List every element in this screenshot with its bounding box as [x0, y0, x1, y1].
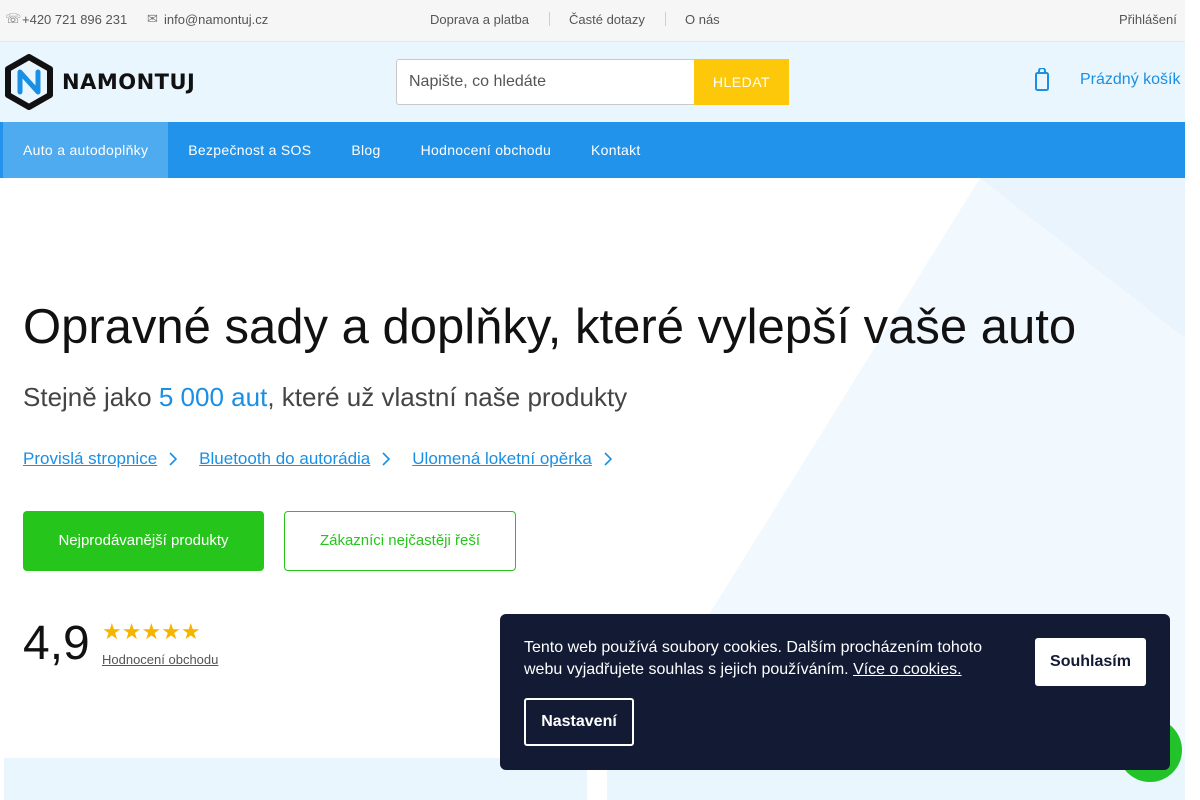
rating-link[interactable]: Hodnocení obchodu — [102, 652, 218, 667]
main-navigation: Auto a autodoplňky Bezpečnost a SOS Blog… — [0, 122, 1185, 178]
phone-icon: ☏ — [5, 12, 22, 27]
top-bar: ☏ +420 721 896 231 ✉ info@namontuj.cz Do… — [0, 0, 1185, 42]
logo-hexagon-icon — [5, 54, 53, 110]
nav-item-reviews[interactable]: Hodnocení obchodu — [401, 122, 571, 178]
quick-link-label: Provislá stropnice — [23, 449, 158, 468]
search-button[interactable]: HLEDAT — [694, 59, 789, 105]
subtitle-prefix: Stejně jako — [23, 382, 159, 412]
subtitle-highlight: 5 000 aut — [158, 382, 268, 412]
cart-icon — [1035, 68, 1049, 91]
cookie-consent-bar: Tento web používá soubory cookies. Další… — [500, 614, 1170, 770]
hero-subtitle: Stejně jako 5 000 aut, které už vlastní … — [23, 382, 627, 413]
phone-number[interactable]: +420 721 896 231 — [22, 12, 127, 27]
quick-links: Provislá stropnice Bluetooth do autorádi… — [23, 449, 612, 469]
link-faq[interactable]: Časté dotazy — [569, 12, 645, 27]
quick-link-bluetooth[interactable]: Bluetooth do autorádia — [199, 449, 391, 469]
phone-contact[interactable]: ☏ +420 721 896 231 — [5, 12, 127, 27]
nav-item-security[interactable]: Bezpečnost a SOS — [168, 122, 331, 178]
rating-value: 4,9 — [23, 617, 90, 670]
envelope-icon: ✉ — [147, 12, 158, 27]
search-form: HLEDAT — [396, 59, 789, 105]
chevron-right-icon — [169, 452, 178, 466]
nav-item-auto[interactable]: Auto a autodoplňky — [3, 122, 169, 178]
chevron-right-icon — [382, 452, 391, 466]
search-input[interactable] — [396, 59, 694, 105]
hero-title: Opravné sady a doplňky, které vylepší va… — [23, 300, 1077, 354]
email-address[interactable]: info@namontuj.cz — [164, 12, 268, 27]
nav-item-blog[interactable]: Blog — [331, 122, 400, 178]
customer-issues-button[interactable]: Zákazníci nejčastěji řeší — [284, 511, 516, 571]
site-header: NAMONTUJ HLEDAT Prázdný košík — [0, 42, 1185, 122]
chevron-right-icon — [604, 452, 612, 466]
email-contact[interactable]: ✉ info@namontuj.cz — [147, 12, 268, 27]
bestsellers-button[interactable]: Nejprodávanější produkty — [23, 511, 264, 571]
cart-label: Prázdný košík — [1080, 71, 1181, 88]
divider — [549, 12, 550, 26]
cookie-more-link[interactable]: Více o cookies. — [853, 661, 962, 678]
quick-link-headliner[interactable]: Provislá stropnice — [23, 449, 178, 469]
rating-stars: ★★★★★ — [102, 620, 201, 645]
quick-link-armrest[interactable]: Ulomená loketní opěrka — [412, 449, 612, 469]
link-shipping[interactable]: Doprava a platba — [430, 12, 529, 27]
link-about[interactable]: O nás — [685, 12, 720, 27]
divider — [665, 12, 666, 26]
cookie-message: Tento web používá soubory cookies. Další… — [524, 637, 1014, 681]
cookie-accept-button[interactable]: Souhlasím — [1035, 638, 1146, 686]
quick-link-label: Bluetooth do autorádia — [199, 449, 371, 468]
page-edge — [1185, 0, 1200, 800]
logo[interactable]: NAMONTUJ — [4, 54, 195, 110]
logo-text: NAMONTUJ — [62, 70, 196, 94]
quick-link-label: Ulomená loketní opěrka — [412, 449, 592, 468]
nav-item-contact[interactable]: Kontakt — [571, 122, 661, 178]
cart-link[interactable]: Prázdný košík — [1034, 68, 1180, 92]
subtitle-suffix: , které už vlastní naše produkty — [267, 382, 628, 412]
login-link[interactable]: Přihlášení — [1119, 12, 1177, 27]
cookie-settings-button[interactable]: Nastavení — [524, 698, 634, 746]
